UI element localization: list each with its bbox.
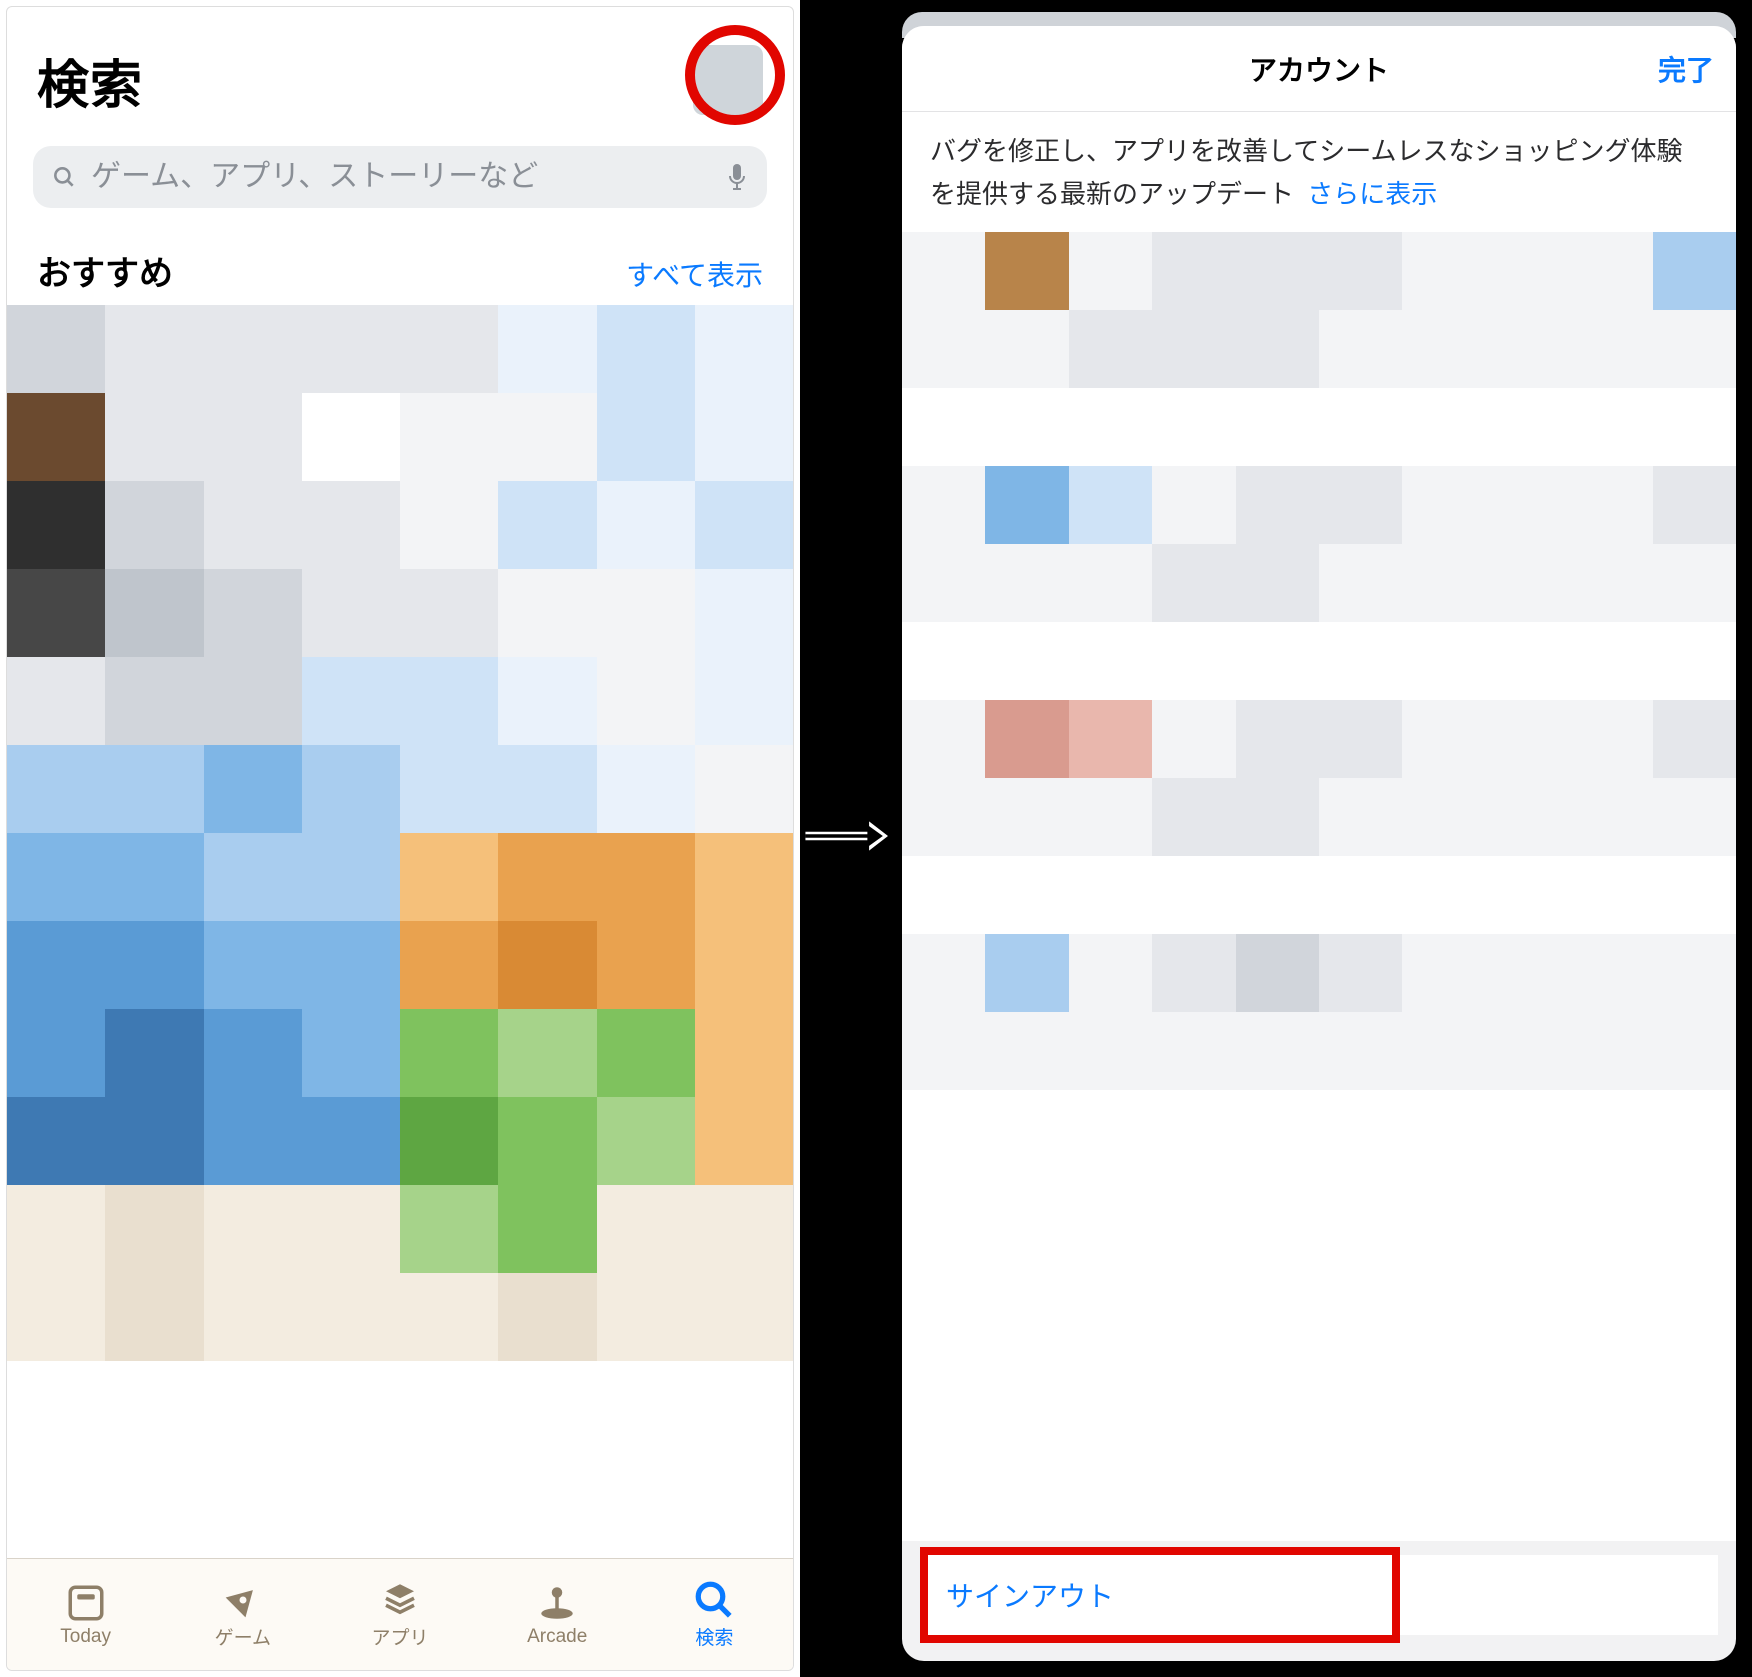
done-button[interactable]: 完了 — [1658, 49, 1714, 89]
signout-row-bg — [1400, 1555, 1718, 1635]
search-icon — [51, 164, 77, 190]
tab-today[interactable]: Today — [7, 1559, 164, 1670]
tab-apps[interactable]: アプリ — [321, 1559, 478, 1670]
sheet-header: アカウント 完了 — [902, 26, 1736, 112]
tab-arcade[interactable]: Arcade — [479, 1559, 636, 1670]
microphone-icon[interactable] — [725, 162, 749, 192]
account-sheet: アカウント 完了 バグを修正し、アプリを改善してシームレスなショッピング体験を提… — [902, 26, 1736, 1661]
tab-games[interactable]: ゲーム — [164, 1559, 321, 1670]
tab-label: Arcade — [527, 1626, 587, 1648]
arrow-right-icon — [802, 811, 888, 866]
show-more-link[interactable]: さらに表示 — [1307, 179, 1437, 209]
annotation-box-signout: サインアウト — [920, 1547, 1400, 1643]
search-input[interactable] — [91, 160, 711, 194]
section-title-recommended: おすすめ — [37, 246, 173, 295]
arrow-divider — [800, 0, 890, 1677]
show-all-link[interactable]: すべて表示 — [626, 254, 763, 294]
tab-search[interactable]: 検索 — [636, 1559, 793, 1670]
recommended-content-blurred — [7, 305, 793, 1558]
update-description: バグを修正し、アプリを改善してシームレスなショッピング体験を提供する最新のアップ… — [902, 112, 1736, 236]
tab-label: ゲーム — [215, 1623, 271, 1650]
tab-label: 検索 — [695, 1623, 733, 1650]
signout-button[interactable]: サインアウト — [946, 1575, 1114, 1615]
sheet-title: アカウント — [1249, 49, 1389, 89]
tab-bar: Today ゲーム アプリ Arcade — [7, 1558, 793, 1670]
tab-label: Today — [60, 1626, 111, 1648]
account-avatar-button[interactable] — [693, 45, 763, 115]
tab-label: アプリ — [372, 1623, 429, 1650]
page-title: 検索 — [37, 43, 763, 118]
search-bar[interactable] — [33, 146, 767, 208]
account-sheet-screen: アカウント 完了 バグを修正し、アプリを改善してシームレスなショッピング体験を提… — [890, 0, 1752, 1677]
appstore-search-screen: 検索 おすすめ すべて表示 — [6, 6, 794, 1671]
account-content-blurred — [902, 232, 1736, 1541]
